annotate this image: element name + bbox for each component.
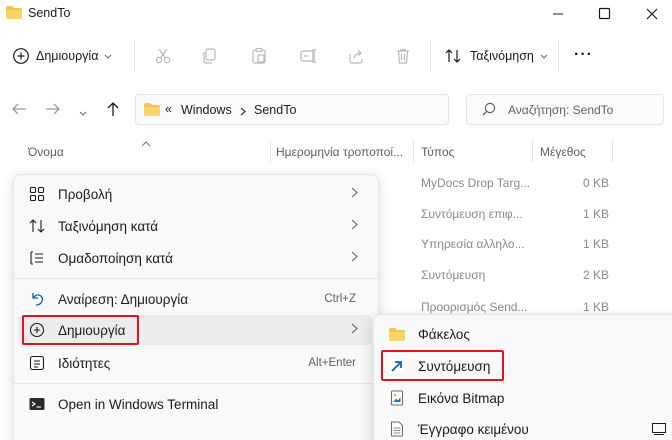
- menu-item-label: Open in Windows Terminal: [58, 396, 219, 412]
- recent-locations-chevron-icon[interactable]: [79, 106, 87, 120]
- menu-item-sort-by[interactable]: Ταξινόμηση κατά: [18, 211, 372, 241]
- undo-icon: [28, 290, 46, 308]
- chevron-right-icon: [351, 251, 358, 265]
- copy-icon[interactable]: [198, 44, 222, 68]
- menu-item-properties[interactable]: Ιδιότητες Alt+Enter: [18, 348, 372, 378]
- grid-view-icon: [28, 185, 46, 203]
- sort-label: Ταξινόμηση: [470, 49, 534, 63]
- submenu-item-label: Έγγραφο κειμένου: [418, 421, 529, 437]
- forward-arrow-icon[interactable]: [44, 101, 62, 120]
- file-type-cell: MyDocs Drop Targ...: [421, 176, 531, 190]
- close-button[interactable]: [642, 4, 662, 24]
- highlight-box-new: [22, 315, 139, 345]
- shortcut-label: Ctrl+Z: [324, 293, 356, 305]
- chevron-down-icon: [104, 49, 112, 63]
- more-options-button[interactable]: ···: [574, 46, 593, 64]
- chevron-right-icon: [351, 219, 358, 233]
- rename-icon[interactable]: [296, 44, 320, 68]
- column-divider: [532, 140, 533, 162]
- submenu-item-bitmap[interactable]: Εικόνα Bitmap: [378, 383, 672, 413]
- breadcrumb-sendto[interactable]: SendTo: [254, 103, 296, 117]
- column-header-name[interactable]: Όνομα: [28, 145, 64, 159]
- column-header-type[interactable]: Τύπος: [421, 145, 454, 159]
- new-label: Δημιουργία: [36, 49, 99, 63]
- file-size-cell: 1 KB: [583, 207, 610, 221]
- highlight-box-shortcut: [381, 350, 504, 381]
- new-button[interactable]: Δημιουργία: [12, 44, 112, 68]
- column-header-size[interactable]: Μέγεθος: [540, 145, 586, 159]
- folder-icon: [144, 103, 160, 116]
- file-type-cell: Συντόμευση: [421, 268, 486, 282]
- minimize-button[interactable]: [548, 4, 568, 24]
- menu-item-label: Προβολή: [58, 186, 113, 202]
- column-header-date[interactable]: Ημερομηνία τροποποί...: [276, 145, 403, 159]
- folder-icon: [388, 325, 406, 343]
- menu-item-undo[interactable]: Αναίρεση: Δημιουργία Ctrl+Z: [18, 284, 372, 314]
- search-icon: [482, 102, 496, 119]
- file-type-cell: Προορισμός Send...: [421, 300, 528, 314]
- menu-divider: [14, 278, 378, 279]
- menu-item-view[interactable]: Προβολή: [18, 179, 372, 209]
- submenu-item-label: Εικόνα Bitmap: [418, 390, 505, 406]
- menu-item-group-by[interactable]: Ομαδοποίηση κατά: [18, 243, 372, 273]
- shortcut-label: Alt+Enter: [308, 357, 356, 369]
- folder-icon: [6, 6, 22, 19]
- group-list-icon: [28, 249, 46, 267]
- details-pane-icon[interactable]: [652, 423, 666, 438]
- menu-item-label: Αναίρεση: Δημιουργία: [58, 291, 189, 307]
- column-divider: [413, 140, 414, 162]
- column-divider: [270, 140, 271, 162]
- menu-item-label: Ταξινόμηση κατά: [58, 218, 159, 234]
- search-placeholder: Αναζήτηση: SendTo: [508, 103, 614, 117]
- sort-indicator-icon: [141, 136, 151, 150]
- paste-icon[interactable]: [247, 44, 271, 68]
- file-type-cell: Συντόμευση επιφ...: [421, 207, 523, 221]
- plus-circle-icon: [12, 47, 30, 65]
- share-icon[interactable]: [344, 44, 368, 68]
- delete-icon[interactable]: [391, 44, 415, 68]
- back-arrow-icon[interactable]: [10, 101, 28, 120]
- bitmap-image-icon: [388, 389, 406, 407]
- chevron-right-icon: [351, 187, 358, 201]
- menu-item-label: Ιδιότητες: [58, 355, 111, 371]
- chevron-down-icon: [540, 49, 548, 63]
- text-document-icon: [388, 420, 406, 438]
- menu-divider: [14, 383, 378, 384]
- properties-icon: [28, 354, 46, 372]
- terminal-icon: [28, 395, 46, 413]
- file-size-cell: 0 KB: [583, 176, 610, 190]
- breadcrumb-overflow[interactable]: «: [165, 102, 172, 116]
- up-arrow-icon[interactable]: [105, 100, 121, 121]
- breadcrumb-windows[interactable]: Windows: [181, 103, 232, 117]
- submenu-item-text-document[interactable]: Έγγραφο κειμένου: [378, 414, 672, 440]
- toolbar-divider: [134, 40, 135, 72]
- cut-icon[interactable]: [151, 44, 175, 68]
- file-type-cell: Υπηρεσία αλληλο...: [421, 237, 525, 251]
- sort-button[interactable]: Ταξινόμηση: [444, 44, 548, 68]
- file-size-cell: 1 KB: [583, 300, 610, 314]
- file-size-cell: 1 KB: [583, 237, 610, 251]
- toolbar-divider: [558, 40, 559, 72]
- title-bar: SendTo: [0, 0, 672, 28]
- sort-arrows-icon: [444, 47, 462, 65]
- column-divider: [612, 140, 613, 162]
- window-title: SendTo: [28, 6, 71, 20]
- menu-item-label: Ομαδοποίηση κατά: [58, 250, 173, 266]
- file-size-cell: 2 KB: [583, 268, 610, 282]
- menu-item-terminal[interactable]: Open in Windows Terminal: [18, 389, 372, 419]
- toolbar-divider: [430, 40, 431, 72]
- chevron-right-icon: [351, 323, 358, 337]
- breadcrumb-chevron-icon: [240, 105, 246, 119]
- sort-arrows-icon: [28, 217, 46, 235]
- maximize-button[interactable]: [594, 4, 614, 24]
- submenu-item-label: Φάκελος: [418, 326, 470, 342]
- submenu-item-folder[interactable]: Φάκελος: [378, 319, 672, 349]
